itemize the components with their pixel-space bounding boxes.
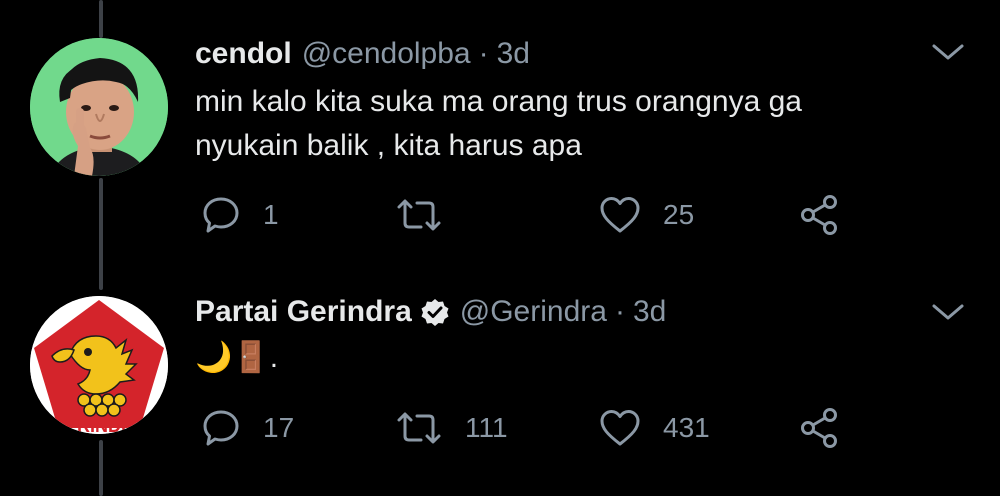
reply-icon [201, 408, 241, 448]
chevron-down-icon[interactable] [930, 40, 966, 64]
tweet-text: min kalo kita suka ma orang trus orangny… [195, 80, 955, 168]
retweet-icon [395, 408, 443, 448]
retweet-button[interactable]: 111 [395, 403, 508, 453]
tweet-text-line: nyukain balik , kita harus apa [195, 129, 582, 162]
tweet-text-line: min kalo kita suka ma orang trus orangny… [195, 85, 802, 118]
tweet-gerindra[interactable]: GERINDRA Partai Gerindra @Gerindra · 3d … [0, 270, 1000, 496]
chevron-down-icon[interactable] [930, 300, 966, 324]
like-button[interactable]: 25 [599, 190, 694, 240]
like-count: 25 [663, 199, 695, 230]
reply-button[interactable]: 1 [201, 190, 279, 240]
reply-button[interactable]: 17 [201, 403, 294, 453]
display-name[interactable]: cendol [195, 37, 292, 71]
share-button[interactable] [799, 403, 841, 453]
share-icon [799, 194, 841, 236]
tweet-text: 🌙🚪. [195, 336, 955, 380]
like-icon [599, 408, 641, 448]
reply-icon [201, 195, 241, 235]
gerindra-logo: GERINDRA [30, 296, 168, 434]
user-handle[interactable]: @cendolpba [302, 37, 471, 71]
share-button[interactable] [799, 190, 841, 240]
tweet-cendol[interactable]: cendol @cendolpba · 3d min kalo kita suk… [0, 0, 1000, 270]
display-name[interactable]: Partai Gerindra [195, 295, 412, 329]
reply-count: 17 [263, 412, 295, 443]
tweet-header: Partai Gerindra @Gerindra · 3d [195, 292, 666, 332]
tweet-actions: 17 111 431 [195, 403, 895, 453]
user-handle[interactable]: @Gerindra [460, 295, 607, 329]
tweet-actions: 1 25 [195, 190, 895, 240]
retweet-button[interactable] [395, 190, 465, 240]
verified-badge-icon [420, 297, 450, 327]
timestamp[interactable]: 3d [633, 295, 666, 329]
tweet-header: cendol @cendolpba · 3d [195, 34, 530, 74]
like-count: 431 [663, 412, 710, 443]
svg-text:GERINDRA: GERINDRA [51, 416, 147, 434]
reply-count: 1 [263, 199, 279, 230]
separator-dot: · [614, 295, 625, 328]
avatar[interactable]: GERINDRA [30, 296, 168, 434]
person-photo-avatar [30, 38, 168, 176]
tweet-text-line: 🌙🚪. [195, 341, 279, 374]
retweet-icon [395, 195, 443, 235]
separator-dot: · [478, 37, 489, 70]
retweet-count: 111 [465, 412, 508, 443]
avatar[interactable] [30, 38, 168, 176]
like-icon [599, 195, 641, 235]
share-icon [799, 407, 841, 449]
timestamp[interactable]: 3d [497, 37, 530, 71]
like-button[interactable]: 431 [599, 403, 710, 453]
